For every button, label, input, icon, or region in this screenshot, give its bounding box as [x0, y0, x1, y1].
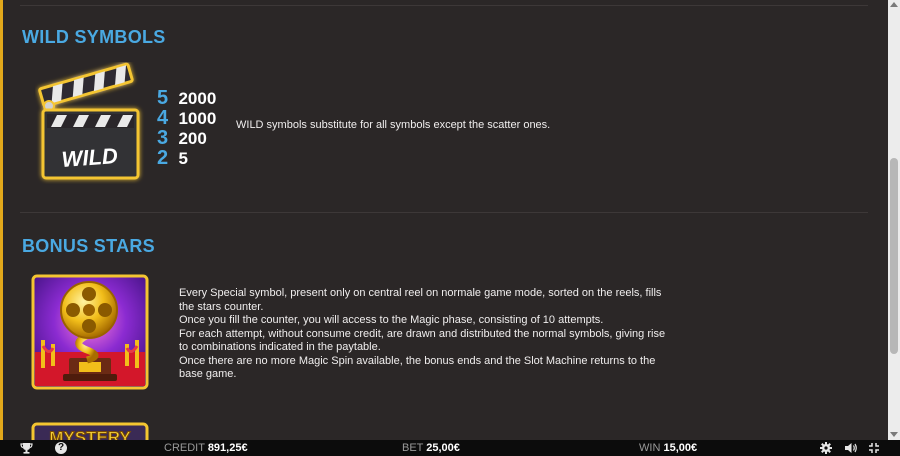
left-accent-bar [0, 0, 3, 440]
bonus-description-line: Every Special symbol, present only on ce… [179, 287, 662, 299]
bonus-description-line: to combinations indicated in the paytabl… [179, 341, 381, 353]
paytable-content: WILD SYMBOLS WILD 5 2000 4 1000 3 200 2 … [0, 0, 888, 440]
win-value: 15,00€ [663, 442, 698, 454]
bonus-description-line: Once there are no more Magic Spin availa… [179, 354, 656, 367]
wild-clapperboard-symbol: WILD [38, 62, 140, 180]
payout-count: 3 [157, 127, 169, 149]
payout-value: 2000 [178, 89, 217, 108]
payout-count: 2 [157, 147, 169, 169]
scroll-down-arrow-icon[interactable] [890, 432, 898, 437]
bonus-film-reel-trophy-symbol [31, 274, 149, 390]
section-divider [20, 212, 868, 213]
payout-count: 4 [157, 107, 169, 129]
scroll-up-arrow-icon[interactable] [890, 2, 898, 7]
wild-payout-table: 5 2000 4 1000 3 200 2 5 [157, 88, 216, 168]
section-divider [20, 5, 868, 6]
win-display: WIN 15,00€ [639, 440, 697, 456]
wild-symbols-title: WILD SYMBOLS [22, 27, 166, 47]
bet-label: BET [402, 442, 424, 454]
help-icon-glyph: ? [55, 442, 67, 454]
bet-display: BET 25,00€ [402, 440, 460, 456]
credit-display: CREDIT 891,25€ [164, 440, 248, 456]
bet-value: 25,00€ [426, 442, 460, 454]
payout-row: 2 5 [157, 148, 216, 168]
payout-row: 4 1000 [157, 108, 216, 128]
wild-description: WILD symbols substitute for all symbols … [236, 119, 551, 131]
mystery-symbol-text: MYSTERY [49, 428, 131, 440]
payout-count: 5 [157, 87, 169, 109]
payout-value: 200 [178, 129, 207, 148]
footer-bar: ? CREDIT 891,25€ BET 25,00€ WIN 15,00€ [0, 440, 900, 456]
mystery-symbol: MYSTERY [31, 422, 149, 440]
bonus-description-line: Once you fill the counter, you will acce… [179, 314, 604, 326]
payout-row: 5 2000 [157, 88, 216, 108]
wild-symbol-text: WILD [61, 143, 119, 172]
payout-value: 5 [178, 149, 188, 168]
credit-value: 891,25€ [207, 442, 248, 454]
scrollbar-thumb[interactable] [890, 158, 898, 354]
fullscreen-icon[interactable] [867, 440, 881, 456]
help-icon[interactable]: ? [53, 440, 69, 456]
payout-row: 3 200 [157, 128, 216, 148]
credit-label: CREDIT [164, 442, 205, 454]
vertical-scrollbar[interactable] [888, 0, 900, 440]
bonus-description-line: the stars counter. [179, 300, 264, 313]
win-label: WIN [639, 442, 661, 454]
gear-icon[interactable] [819, 440, 833, 456]
bonus-description-line: base game. [179, 368, 237, 380]
bonus-description: Every Special symbol, present only on ce… [179, 287, 665, 382]
bonus-stars-title: BONUS STARS [22, 236, 155, 256]
bonus-description-line: For each attempt, without consume credit… [179, 327, 666, 340]
trophy-icon[interactable] [17, 440, 35, 456]
payout-value: 1000 [178, 109, 217, 128]
sound-icon[interactable] [843, 440, 859, 456]
